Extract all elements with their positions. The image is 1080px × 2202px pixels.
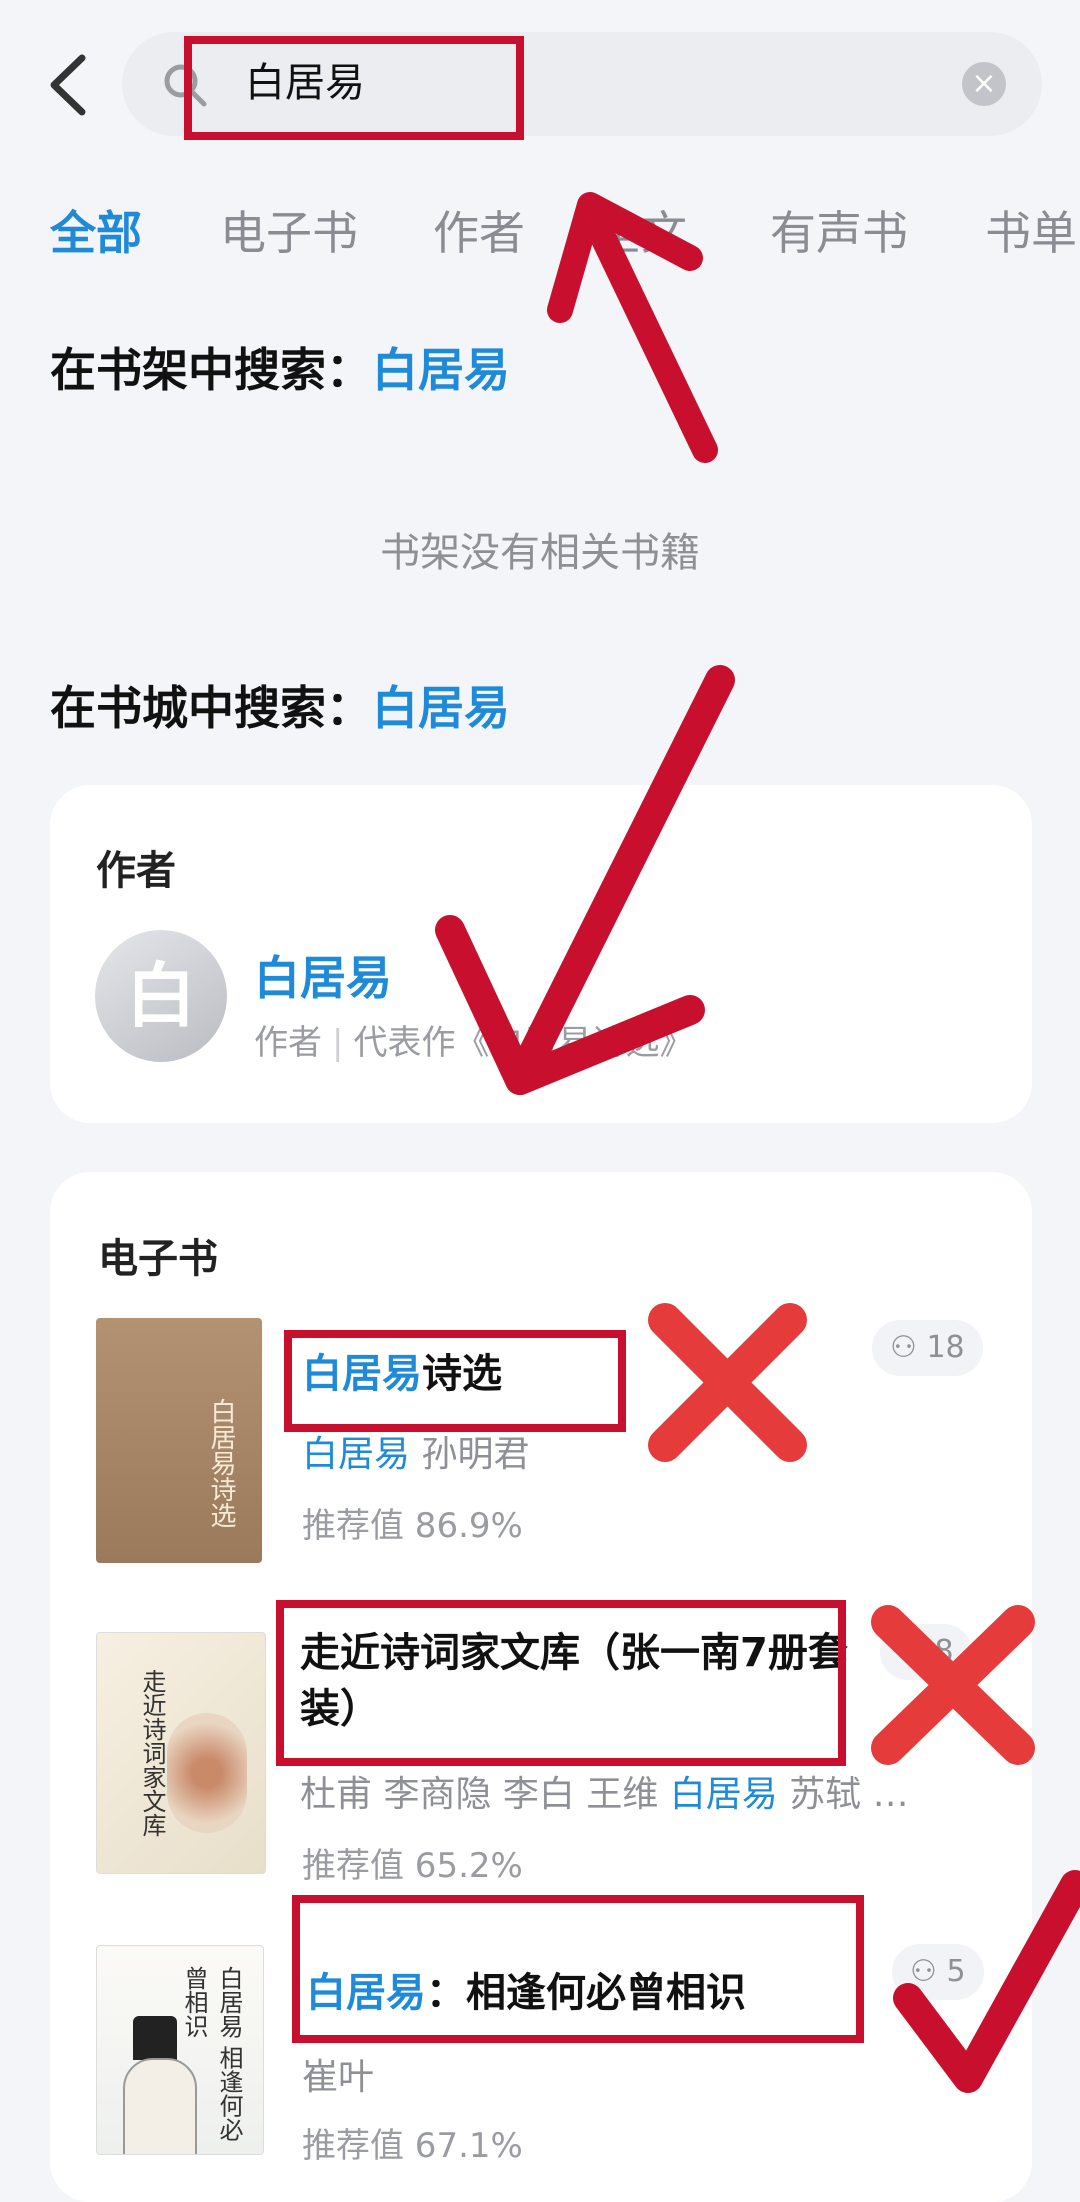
store-title-prefix: 在书城中搜索： [50, 681, 372, 735]
book-authors: 杜甫 李商隐 李白 王维 白居易 苏轼 … [300, 1765, 909, 1817]
tab-audiobooks[interactable]: 有声书 [770, 200, 908, 266]
reader-count: 5 [946, 1954, 966, 1989]
user-icon: ⚇ [910, 1954, 937, 1989]
author-works: 代表作《白居易诗选》 [353, 1023, 694, 1063]
cover-illustration [167, 1713, 247, 1833]
author-meta: 作者 | 代表作《白居易诗选》 [254, 1015, 693, 1064]
tab-ebooks[interactable]: 电子书 [220, 200, 358, 266]
search-category-tabs: 全部 电子书 作者 全文 有声书 书单 [0, 200, 1080, 270]
annotation-box-book2 [276, 1600, 846, 1766]
book-authors: 白居易 孙明君 [302, 1425, 529, 1477]
book-author-post: 苏轼 … [777, 1774, 909, 1815]
cover-title: 走近诗词家文库 [138, 1669, 166, 1837]
book-author-pre: 杜甫 李商隐 李白 王维 [300, 1774, 670, 1815]
cover-figure-hat [133, 2016, 177, 2060]
book-author-rest: 孙明君 [410, 1434, 530, 1475]
reader-count-badge: ⚇ 18 [872, 1320, 983, 1376]
close-icon: × [971, 66, 997, 101]
clear-search-button[interactable]: × [962, 62, 1006, 106]
store-keyword: 白居易 [372, 681, 510, 735]
tab-all[interactable]: 全部 [50, 200, 142, 266]
recommendation-score: 推荐值 65.2% [302, 1846, 523, 1886]
shelf-empty-message: 书架没有相关书籍 [380, 530, 700, 576]
shelf-keyword: 白居易 [372, 343, 510, 397]
book-cover[interactable]: 走近诗词家文库 [96, 1632, 266, 1874]
recommendation-score: 推荐值 86.9% [302, 1506, 523, 1546]
author-name[interactable]: 白居易 [254, 942, 392, 1008]
ebook-card-heading: 电子书 [98, 1236, 218, 1282]
user-icon: ⚇ [898, 1634, 925, 1669]
shelf-search-title: 在书架中搜索：白居易 [50, 340, 510, 400]
author-role: 作者 [254, 1023, 322, 1063]
avatar[interactable]: 白 [95, 930, 227, 1062]
book-author-keyword: 白居易 [302, 1434, 411, 1475]
user-icon: ⚇ [890, 1330, 917, 1365]
annotation-box-book3 [292, 1895, 864, 2043]
back-button[interactable] [40, 50, 100, 120]
book-authors: 崔叶 [302, 2057, 375, 2098]
shelf-title-prefix: 在书架中搜索： [50, 343, 372, 397]
chevron-left-icon [50, 54, 86, 116]
tab-booklists[interactable]: 书单 [985, 200, 1077, 266]
cover-title: 白居易诗选 [206, 1398, 236, 1528]
annotation-box-book1 [284, 1330, 626, 1432]
reader-count: 18 [926, 1330, 965, 1365]
annotation-box-search [184, 36, 524, 140]
book-cover[interactable]: 白居易 相逢何必曾相识 [96, 1945, 264, 2155]
reader-count-badge: ⚇ 5 [892, 1944, 984, 2000]
store-search-title: 在书城中搜索：白居易 [50, 678, 510, 738]
divider: | [332, 1023, 344, 1063]
reader-count: 8 [934, 1634, 954, 1669]
tab-fulltext[interactable]: 全文 [595, 200, 687, 266]
reader-count-badge: ⚇ 8 [880, 1624, 972, 1680]
cover-figure-body [123, 2058, 197, 2154]
recommendation-score: 推荐值 67.1% [302, 2126, 523, 2166]
tab-authors[interactable]: 作者 [433, 200, 525, 266]
book-author-keyword: 白居易 [669, 1774, 778, 1815]
book-cover[interactable]: 白居易诗选 [96, 1318, 262, 1563]
author-card-heading: 作者 [96, 848, 176, 894]
